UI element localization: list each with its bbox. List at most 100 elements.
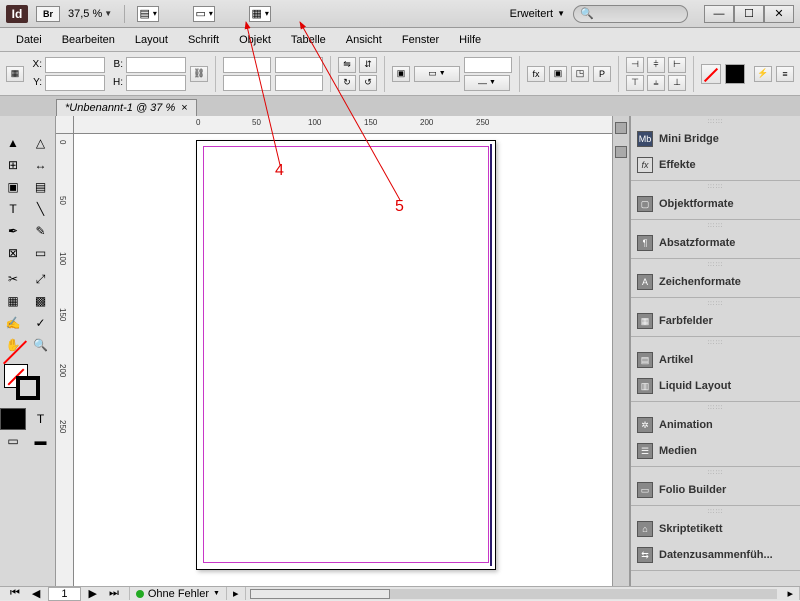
bridge-button[interactable]: Br: [36, 6, 60, 22]
align-top-button[interactable]: ⊤: [626, 75, 644, 91]
apply-color-button[interactable]: [0, 408, 26, 430]
panel-animation[interactable]: ✲Animation: [631, 412, 800, 438]
rotate-field[interactable]: [275, 57, 323, 73]
object-frame-button[interactable]: P: [593, 66, 611, 82]
eyedropper-tool[interactable]: ✓: [28, 312, 54, 334]
selection-tool[interactable]: ▲: [0, 132, 26, 154]
note-tool[interactable]: ✍: [0, 312, 26, 334]
page-tool[interactable]: ⊞: [0, 154, 26, 176]
search-input[interactable]: 🔍: [573, 5, 688, 23]
ruler-horizontal[interactable]: 0 50 100 150 200 250: [74, 116, 612, 134]
free-transform-tool[interactable]: ⤢: [28, 268, 54, 290]
menu-ansicht[interactable]: Ansicht: [336, 30, 392, 50]
ruler-vertical[interactable]: 0 50 100 150 200 250: [56, 134, 74, 586]
align-center-button[interactable]: ⫩: [647, 57, 665, 73]
flip-h-button[interactable]: ⇋: [338, 57, 356, 73]
scroll-right-button[interactable]: ▸: [781, 587, 800, 600]
menu-datei[interactable]: Datei: [6, 30, 52, 50]
stroke-style-dropdown[interactable]: —▼: [464, 75, 510, 91]
panel-mini-bridge[interactable]: MbMini Bridge: [631, 126, 800, 152]
normal-view-button[interactable]: ▭: [0, 430, 26, 452]
type-tool[interactable]: T: [0, 198, 26, 220]
panel-datenzusammenfuehrung[interactable]: ⇆Datenzusammenfüh...: [631, 542, 800, 568]
document-tab[interactable]: *Unbenannt-1 @ 37 % ×: [56, 99, 197, 116]
x-field[interactable]: [45, 57, 105, 73]
minimize-button[interactable]: —: [704, 5, 734, 23]
panel-effekte[interactable]: fxEffekte: [631, 152, 800, 178]
align-left-button[interactable]: ⊣: [626, 57, 644, 73]
menu-bearbeiten[interactable]: Bearbeiten: [52, 30, 125, 50]
view-options-dropdown[interactable]: ▤: [137, 6, 159, 22]
zoom-dropdown[interactable]: 37,5 % ▼: [68, 8, 112, 20]
last-page-button[interactable]: ⏭: [105, 587, 123, 600]
quick-apply-button[interactable]: ⚡: [754, 66, 772, 82]
direct-selection-tool[interactable]: △: [28, 132, 54, 154]
status-menu-button[interactable]: ▸: [227, 587, 246, 600]
arrange-dropdown[interactable]: ▦: [249, 6, 271, 22]
fill-swatch[interactable]: [701, 64, 721, 84]
panel-zeichenformate[interactable]: AZeichenformate: [631, 269, 800, 295]
menu-objekt[interactable]: Objekt: [229, 30, 281, 50]
content-placer-tool[interactable]: ▤: [28, 176, 54, 198]
panel-absatzformate[interactable]: ¶Absatzformate: [631, 230, 800, 256]
screen-mode-dropdown[interactable]: ▭: [193, 6, 215, 22]
reference-point-proxy[interactable]: ▦: [6, 66, 24, 82]
gap-tool[interactable]: ↔: [28, 154, 54, 176]
height-field[interactable]: [126, 75, 186, 91]
fill-dropdown[interactable]: ▭▼: [414, 66, 460, 82]
shear-field[interactable]: [275, 75, 323, 91]
rectangle-tool[interactable]: ▭: [28, 242, 54, 264]
collapsed-panel-icon[interactable]: [615, 122, 627, 134]
pencil-tool[interactable]: ✎: [28, 220, 54, 242]
flip-v-button[interactable]: ⇵: [359, 57, 377, 73]
select-container-button[interactable]: ▣: [392, 66, 410, 82]
workspace-switcher[interactable]: Erweitert ▼: [510, 8, 565, 20]
panel-liquid-layout[interactable]: ▥Liquid Layout: [631, 373, 800, 399]
preflight-status-text[interactable]: Ohne Fehler: [148, 588, 209, 600]
menu-layout[interactable]: Layout: [125, 30, 178, 50]
close-tab-icon[interactable]: ×: [181, 102, 187, 114]
scale-y-field[interactable]: [223, 75, 271, 91]
width-field[interactable]: [126, 57, 186, 73]
preview-view-button[interactable]: ▬: [28, 430, 54, 452]
rotate-cw-button[interactable]: ↻: [338, 75, 356, 91]
panel-farbfelder[interactable]: ▦Farbfelder: [631, 308, 800, 334]
text-wrap-button[interactable]: ▣: [549, 66, 567, 82]
content-collector-tool[interactable]: ▣: [0, 176, 26, 198]
effects-button[interactable]: fx: [527, 66, 545, 82]
page-number-field[interactable]: 1: [48, 587, 80, 601]
collapsed-panel-icon[interactable]: [615, 146, 627, 158]
align-right-button[interactable]: ⊢: [668, 57, 686, 73]
align-bottom-button[interactable]: ⊥: [668, 75, 686, 91]
menu-hilfe[interactable]: Hilfe: [449, 30, 491, 50]
corner-options-button[interactable]: ◳: [571, 66, 589, 82]
gradient-swatch-tool[interactable]: ▦: [0, 290, 26, 312]
menu-schrift[interactable]: Schrift: [178, 30, 229, 50]
horizontal-scrollbar[interactable]: [250, 589, 778, 599]
constrain-proportions-button[interactable]: ⛓: [190, 66, 208, 82]
ruler-origin[interactable]: [56, 116, 74, 134]
y-field[interactable]: [45, 75, 105, 91]
stroke-weight-field[interactable]: [464, 57, 512, 73]
panel-objektformate[interactable]: ▢Objektformate: [631, 191, 800, 217]
panel-skriptetikett[interactable]: ⌂Skriptetikett: [631, 516, 800, 542]
first-page-button[interactable]: ⏮: [6, 587, 24, 600]
panel-menu-button[interactable]: ≡: [776, 66, 794, 82]
fill-stroke-swatches[interactable]: [2, 364, 53, 404]
align-middle-button[interactable]: ⫨: [647, 75, 665, 91]
pen-tool[interactable]: ✒: [0, 220, 26, 242]
next-page-button[interactable]: ▶: [85, 587, 101, 600]
menu-fenster[interactable]: Fenster: [392, 30, 449, 50]
gradient-feather-tool[interactable]: ▩: [28, 290, 54, 312]
maximize-button[interactable]: ☐: [734, 5, 764, 23]
rotate-ccw-button[interactable]: ↺: [359, 75, 377, 91]
close-button[interactable]: ✕: [764, 5, 794, 23]
line-tool[interactable]: ╲: [28, 198, 54, 220]
menu-tabelle[interactable]: Tabelle: [281, 30, 336, 50]
panel-folio-builder[interactable]: ▭Folio Builder: [631, 477, 800, 503]
rectangle-frame-tool[interactable]: ⊠: [0, 242, 26, 264]
page[interactable]: [196, 140, 496, 570]
prev-page-button[interactable]: ◀: [28, 587, 44, 600]
apply-gradient-button[interactable]: T: [28, 408, 54, 430]
scissors-tool[interactable]: ✂: [0, 268, 26, 290]
